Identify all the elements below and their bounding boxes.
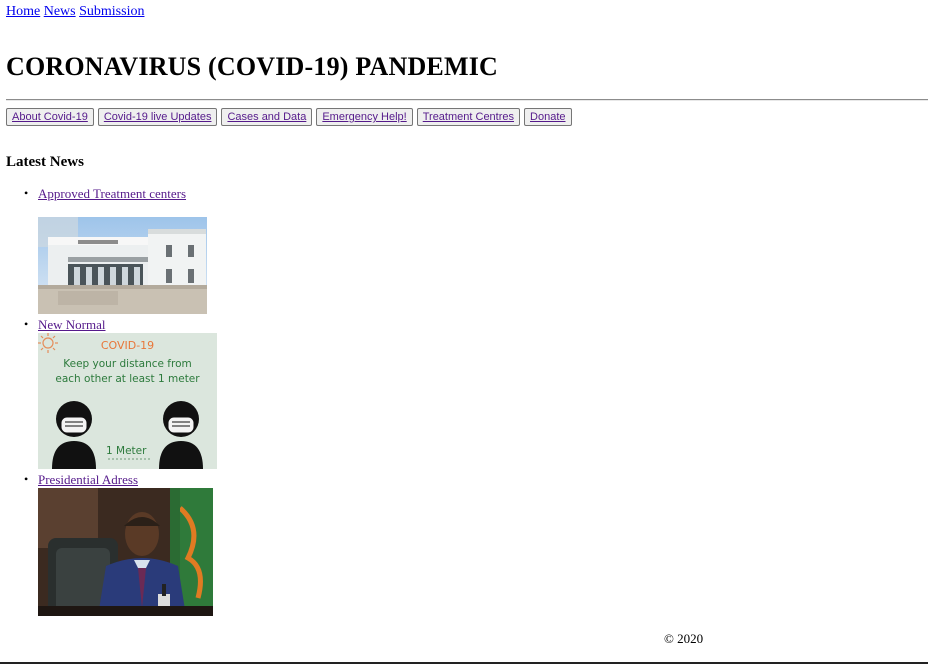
top-nav: Home News Submission: [6, 4, 144, 20]
new-normal-poster[interactable]: COVID-19 Keep your distance from each ot…: [38, 333, 217, 469]
donate-link[interactable]: Donate: [530, 111, 565, 123]
live-updates-button[interactable]: Covid-19 live Updates: [97, 108, 218, 126]
cases-data-link[interactable]: Cases and Data: [227, 111, 306, 123]
nav-news-link[interactable]: News: [44, 4, 76, 19]
news-link-treatment-centers[interactable]: Approved Treatment centers: [38, 186, 186, 202]
bullet: •: [24, 472, 29, 486]
nav-submission-link[interactable]: Submission: [79, 4, 144, 19]
poster-distance-label: 1 Meter: [106, 445, 147, 457]
treatment-centres-button[interactable]: Treatment Centres: [416, 108, 521, 126]
poster-line-2: each other at least 1 meter: [55, 373, 200, 385]
page-title: CORONAVIRUS (COVID-19) PANDEMIC: [6, 52, 499, 81]
button-bar: About Covid-19 Covid-19 live Updates Cas…: [6, 108, 572, 126]
poster-line-1: Keep your distance from: [63, 358, 192, 370]
person-with-mask-icon: [159, 401, 203, 469]
news-link-presidential-address[interactable]: Presidential Adress: [38, 472, 138, 488]
poster-text: Keep your distance from each other at le…: [38, 357, 217, 387]
emergency-help-button[interactable]: Emergency Help!: [316, 108, 413, 126]
treatment-center-image[interactable]: [38, 217, 207, 314]
person-with-mask-icon: [52, 401, 96, 469]
presidential-address-image[interactable]: [38, 488, 213, 616]
copyright-footer: © 2020: [664, 631, 704, 646]
horizontal-rule: [6, 99, 928, 101]
live-updates-link[interactable]: Covid-19 live Updates: [104, 111, 212, 123]
latest-news-heading: Latest News: [6, 154, 84, 170]
emergency-help-link[interactable]: Emergency Help!: [322, 111, 406, 123]
about-covid-link[interactable]: About Covid-19: [12, 111, 88, 123]
donate-button[interactable]: Donate: [524, 108, 572, 126]
cases-data-button[interactable]: Cases and Data: [221, 108, 313, 126]
nav-home-link[interactable]: Home: [6, 4, 40, 19]
bullet: •: [24, 186, 29, 200]
president-photo: [38, 488, 213, 616]
poster-title: COVID-19: [100, 339, 155, 352]
building-photo: [38, 217, 207, 314]
treatment-centres-link[interactable]: Treatment Centres: [423, 111, 514, 123]
bullet: •: [24, 317, 29, 331]
news-link-new-normal[interactable]: New Normal: [38, 317, 106, 333]
about-covid-button[interactable]: About Covid-19: [6, 108, 94, 126]
